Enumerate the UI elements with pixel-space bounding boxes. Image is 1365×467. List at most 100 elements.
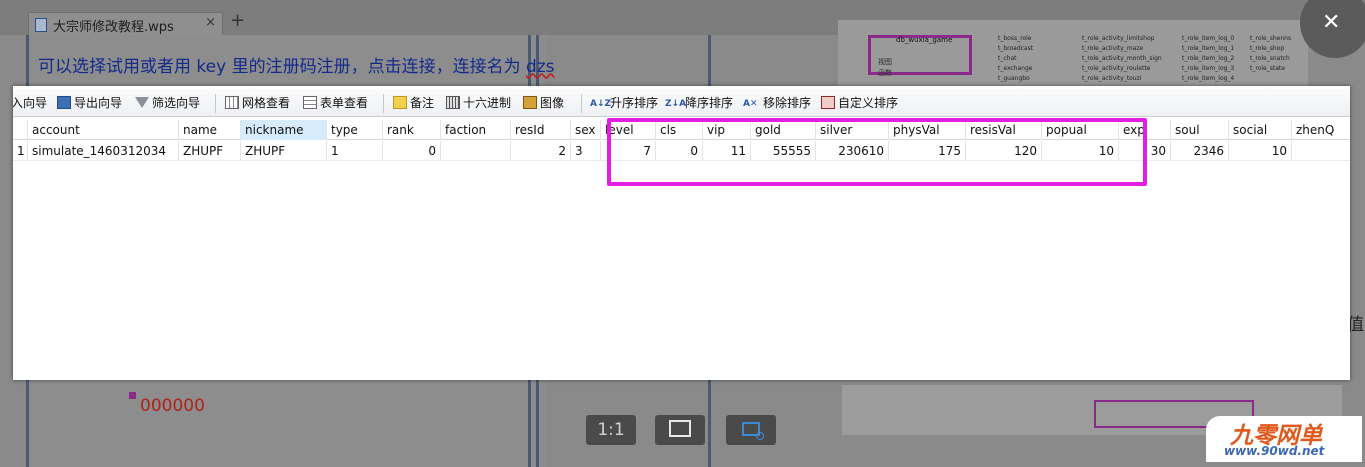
thumbnail-table-list: t_role_item_log_0 t_role_item_log_1 t_ro… xyxy=(1182,34,1234,84)
watermark-url: www.90wd.net xyxy=(1224,444,1325,458)
document-tab[interactable]: 大宗师修改教程.wps × xyxy=(28,12,223,35)
tab-close-icon[interactable]: × xyxy=(205,15,216,30)
filter-wizard-label: 筛选向导 xyxy=(152,96,201,110)
thumbnail-table: t_role_snatch xyxy=(1250,55,1290,62)
row-index[interactable]: 1 xyxy=(13,141,28,161)
grid-view-button[interactable]: 网格查看 xyxy=(225,95,290,112)
image-button[interactable]: 图像 xyxy=(523,95,564,112)
cell-rank[interactable]: 0 xyxy=(383,141,441,161)
column-header-zhenq[interactable]: zhenQ xyxy=(1292,120,1350,140)
cell-social[interactable]: 10 xyxy=(1229,141,1292,161)
thumbnail-table: t_boss_role xyxy=(998,35,1032,42)
column-header-name[interactable]: name xyxy=(179,120,241,140)
thumbnail-table: t_role_item_log_3 xyxy=(1182,65,1235,72)
sort-ascending-icon: A↓Z xyxy=(590,98,612,109)
custom-sort-icon xyxy=(821,95,835,109)
thumbnail-table: t_role_activity_maze xyxy=(1082,45,1144,52)
table-row[interactable]: 1 simulate_1460312034 ZHUPF ZHUPF 1 0 2 3 7 0 11 55… xyxy=(13,141,1350,161)
column-header-nickname[interactable]: nickname xyxy=(241,120,327,140)
thumbnail-table: t_role_item_log_2 xyxy=(1182,55,1235,62)
image-icon xyxy=(523,95,537,109)
import-wizard-button[interactable]: 入向导 xyxy=(13,95,47,112)
thumbnail-table: t_role_shop xyxy=(1250,45,1285,52)
crop-edit-icon xyxy=(742,421,764,440)
new-tab-icon[interactable]: + xyxy=(230,10,245,31)
column-header-cls[interactable]: cls xyxy=(656,120,703,140)
column-header-sex[interactable]: sex xyxy=(571,120,601,140)
cell-soul[interactable]: 2346 xyxy=(1171,141,1229,161)
thumbnail-table-list: t_role_shenns t_role_shop t_role_snatch … xyxy=(1250,34,1291,74)
column-header-gold[interactable]: gold xyxy=(751,120,816,140)
actual-size-button[interactable]: 1:1 xyxy=(586,415,636,445)
thumbnail-table-list: t_boss_role t_broadcast t_chat t_exchang… xyxy=(998,34,1033,84)
row-header-corner xyxy=(13,120,28,140)
hex-icon xyxy=(446,95,460,109)
export-wizard-button[interactable]: 导出向导 xyxy=(57,95,122,112)
custom-sort-button[interactable]: 自定义排序 xyxy=(821,95,898,112)
form-view-button[interactable]: 表单查看 xyxy=(303,95,368,112)
column-header-soul[interactable]: soul xyxy=(1171,120,1229,140)
cell-faction[interactable] xyxy=(441,141,511,161)
toolbar-separator xyxy=(581,94,582,113)
thumbnail-table: t_role_activity_limitshop xyxy=(1082,35,1155,42)
cell-silver[interactable]: 230610 xyxy=(816,141,889,161)
fit-window-icon xyxy=(669,420,691,437)
export-wizard-icon xyxy=(57,95,71,109)
column-header-faction[interactable]: faction xyxy=(441,120,511,140)
navicat-table-screenshot: 入向导 导出向导 筛选向导 网格查看 表单查看 备注 十六进制 图像 A↓Z升序… xyxy=(13,86,1350,380)
thumbnail-table: t_role_item_log_0 xyxy=(1182,35,1235,42)
cell-resisval[interactable]: 120 xyxy=(966,141,1042,161)
cell-zhenq[interactable] xyxy=(1292,141,1350,161)
cell-level[interactable]: 7 xyxy=(601,141,656,161)
hex-button[interactable]: 十六进制 xyxy=(446,95,511,112)
thumbnail-table: t_role_shenns xyxy=(1250,35,1292,42)
thumbnail-table: t_chat xyxy=(998,55,1017,62)
sort-descending-button[interactable]: Z↓A降序排序 xyxy=(665,95,733,112)
cell-resid[interactable]: 2 xyxy=(511,141,571,161)
fit-window-button[interactable] xyxy=(655,415,705,445)
thumbnail-table: t_role_state xyxy=(1250,65,1285,72)
column-header-resisval[interactable]: resisVal xyxy=(966,120,1042,140)
remove-sort-button[interactable]: A✕ 移除排序 xyxy=(743,95,811,112)
cell-exp[interactable]: 30 xyxy=(1119,141,1171,161)
column-header-rank[interactable]: rank xyxy=(383,120,441,140)
column-header-resid[interactable]: resId xyxy=(511,120,571,140)
cell-popual[interactable]: 10 xyxy=(1042,141,1119,161)
cell-cls[interactable]: 0 xyxy=(656,141,703,161)
import-wizard-label: 入向导 xyxy=(13,96,48,110)
remove-sort-icon: A✕ xyxy=(743,98,758,109)
thumbnail-table: t_role_activity_month_sign xyxy=(1082,55,1162,62)
column-header-account[interactable]: account xyxy=(28,120,179,140)
cell-gold[interactable]: 55555 xyxy=(751,141,816,161)
column-header-physval[interactable]: physVal xyxy=(889,120,966,140)
sort-ascending-button[interactable]: A↓Z升序排序 xyxy=(590,95,658,112)
close-icon: ✕ xyxy=(1322,10,1341,35)
memo-button[interactable]: 备注 xyxy=(393,95,434,112)
cell-name[interactable]: ZHUPF xyxy=(179,141,241,161)
cell-account[interactable]: simulate_1460312034 xyxy=(28,141,179,161)
crop-edit-button[interactable] xyxy=(726,415,776,445)
document-icon xyxy=(35,18,47,32)
export-wizard-label: 导出向导 xyxy=(74,96,123,110)
custom-sort-label: 自定义排序 xyxy=(838,96,899,110)
cell-physval[interactable]: 175 xyxy=(889,141,966,161)
column-header-exp[interactable]: exp xyxy=(1119,120,1171,140)
filter-wizard-button[interactable]: 筛选向导 xyxy=(135,95,200,112)
column-header-level[interactable]: level xyxy=(601,120,656,140)
thumbnail-db-name: db_wuxia_game xyxy=(896,36,953,44)
column-header-popual[interactable]: popual xyxy=(1042,120,1119,140)
filter-icon xyxy=(135,96,149,108)
cell-nickname[interactable]: ZHUPF xyxy=(241,141,327,161)
cell-sex[interactable]: 3 xyxy=(571,141,601,161)
column-header-type[interactable]: type xyxy=(327,120,383,140)
column-header-silver[interactable]: silver xyxy=(816,120,889,140)
cell-type[interactable]: 1 xyxy=(327,141,383,161)
thumbnail-table-list: t_role_activity_limitshop t_role_activit… xyxy=(1082,34,1162,84)
thumbnail-table: t_exchange xyxy=(998,65,1033,72)
thumbnail-table: t_broadcast xyxy=(998,45,1034,52)
toolbar-separator xyxy=(215,94,216,113)
column-header-vip[interactable]: vip xyxy=(703,120,751,140)
cell-vip[interactable]: 11 xyxy=(703,141,751,161)
column-header-social[interactable]: social xyxy=(1229,120,1292,140)
thumbnail-tree-item: 函数 xyxy=(878,69,892,77)
